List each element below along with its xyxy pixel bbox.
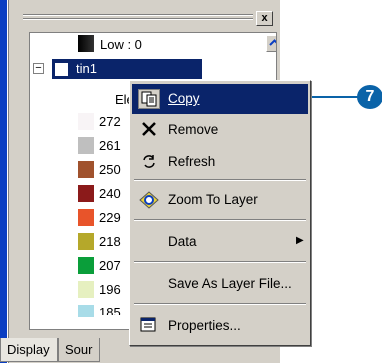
window-title-bar[interactable]: x <box>9 0 281 30</box>
copy-icon <box>138 89 160 109</box>
tab-source[interactable]: Sour <box>58 338 100 362</box>
layer-visibility-checkbox[interactable] <box>55 63 68 76</box>
menu-item-data[interactable]: Data ▶ <box>132 227 308 257</box>
remove-x-icon <box>138 120 160 140</box>
menu-label: Remove <box>168 122 219 137</box>
callout-line <box>312 96 360 98</box>
class-swatch <box>78 185 94 202</box>
menu-label: Save As Layer File... <box>168 276 292 291</box>
context-menu: Copy Remove Refresh Zoom To Layer Data ▶… <box>129 80 311 346</box>
menu-label: Refresh <box>168 154 216 169</box>
menu-item-zoom-to-layer[interactable]: Zoom To Layer <box>132 185 308 215</box>
menu-separator <box>134 219 306 221</box>
menu-label: Zoom To Layer <box>168 192 258 207</box>
title-grip-line <box>23 18 253 20</box>
properties-icon <box>138 316 160 336</box>
class-swatch <box>78 137 94 154</box>
menu-item-save-as-layer-file[interactable]: Save As Layer File... <box>132 269 308 299</box>
title-grip-line <box>23 14 253 16</box>
menu-item-properties[interactable]: Properties... <box>132 311 308 341</box>
menu-label: Data <box>168 234 197 249</box>
scroll-up-button[interactable] <box>266 35 276 52</box>
class-label: 272 <box>99 114 121 129</box>
class-label: 185 <box>99 305 121 315</box>
class-label: 196 <box>99 282 121 297</box>
menu-separator <box>134 261 306 263</box>
class-swatch <box>78 281 94 298</box>
class-label: 261 <box>99 138 121 153</box>
close-button[interactable]: x <box>256 11 273 26</box>
zoom-to-layer-icon <box>138 190 160 210</box>
chevron-up-icon <box>269 39 276 46</box>
menu-separator <box>134 179 306 181</box>
menu-item-refresh[interactable]: Refresh <box>132 147 308 177</box>
layer-name: tin1 <box>76 61 97 76</box>
low-color-swatch <box>78 35 94 52</box>
tab-display[interactable]: Display <box>0 338 58 362</box>
step-callout-badge: 7 <box>357 85 382 109</box>
class-label: 250 <box>99 162 121 177</box>
low-value-label: Low : 0 <box>100 37 142 52</box>
menu-item-copy[interactable]: Copy <box>132 84 308 114</box>
class-label: 207 <box>99 258 121 273</box>
class-label: 218 <box>99 234 121 249</box>
class-label: 240 <box>99 186 121 201</box>
class-swatch <box>78 233 94 250</box>
class-label: 229 <box>99 210 121 225</box>
layer-row-tin1[interactable]: tin1 <box>52 59 202 79</box>
class-swatch <box>78 113 94 130</box>
menu-label: Properties... <box>168 318 241 333</box>
class-swatch <box>78 257 94 274</box>
submenu-arrow-icon: ▶ <box>296 235 304 246</box>
collapse-toggle[interactable]: − <box>33 63 44 74</box>
menu-separator <box>134 303 306 305</box>
refresh-icon <box>138 152 160 172</box>
menu-item-remove[interactable]: Remove <box>132 115 308 145</box>
class-swatch <box>78 305 94 317</box>
window-left-edge <box>0 0 7 363</box>
class-swatch <box>78 209 94 226</box>
menu-label: Copy <box>168 91 200 106</box>
class-swatch <box>78 161 94 178</box>
